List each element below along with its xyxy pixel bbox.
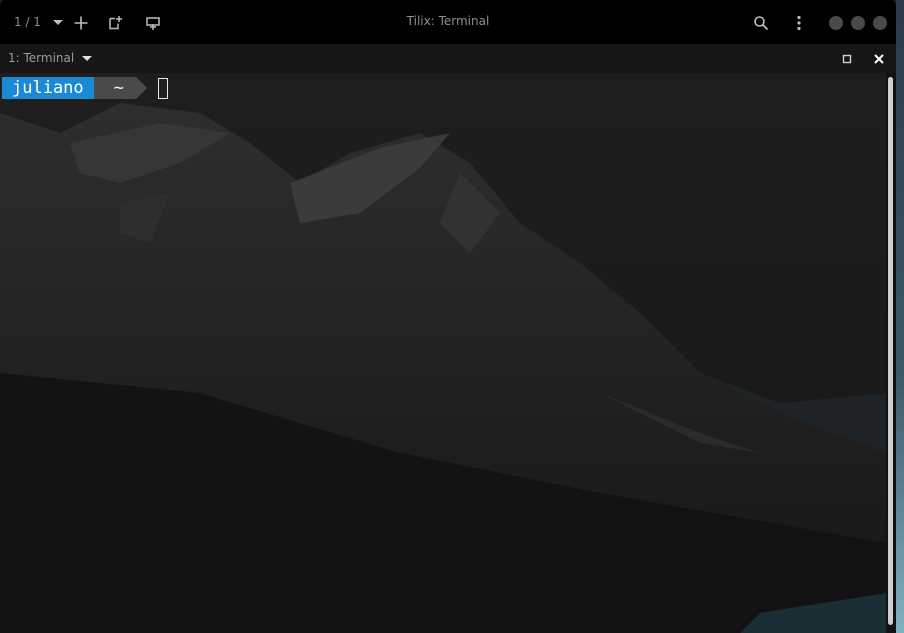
minimize-button[interactable]: [829, 16, 843, 30]
chevron-down-icon: [52, 19, 63, 25]
add-session-button[interactable]: [68, 10, 94, 36]
terminal-title: 1: Terminal: [8, 51, 75, 65]
add-terminal-down-button[interactable]: [140, 10, 166, 36]
shell-prompt: juliano ~: [2, 77, 168, 99]
header-bar: 1 / 1 Tilix: Terminal: [0, 0, 896, 44]
scrollbar-thumb[interactable]: [888, 77, 893, 625]
maximize-icon: [842, 54, 852, 64]
plus-icon: [74, 16, 88, 30]
add-terminal-down-icon: [146, 17, 160, 30]
prompt-directory-segment: ~: [93, 77, 148, 99]
session-counter: 1 / 1: [14, 15, 41, 29]
text-cursor: [157, 77, 168, 99]
prompt-user-segment: juliano: [2, 77, 105, 99]
search-icon: [754, 16, 769, 31]
terminal-view[interactable]: juliano ~: [0, 73, 886, 633]
terminal-title-menu[interactable]: 1: Terminal: [8, 51, 93, 65]
close-terminal-button[interactable]: [870, 50, 888, 68]
close-window-button[interactable]: [873, 16, 887, 30]
menu-button[interactable]: [786, 10, 812, 36]
close-icon: [874, 54, 884, 64]
add-terminal-right-icon: [109, 16, 122, 30]
maximize-window-button[interactable]: [851, 16, 865, 30]
tilix-window: 1 / 1 Tilix: Terminal 1: Terminal julian…: [0, 0, 896, 633]
maximize-terminal-button[interactable]: [838, 50, 856, 68]
background-image: [0, 73, 886, 633]
chevron-down-icon: [82, 55, 93, 61]
terminal-titlebar: 1: Terminal: [0, 44, 896, 73]
search-button[interactable]: [748, 10, 774, 36]
session-switcher[interactable]: 1 / 1: [8, 10, 69, 34]
vertical-dots-menu-icon: [797, 15, 801, 31]
desktop-background: [896, 0, 904, 633]
add-terminal-right-button[interactable]: [102, 10, 128, 36]
terminal-scrollbar[interactable]: [886, 73, 896, 633]
